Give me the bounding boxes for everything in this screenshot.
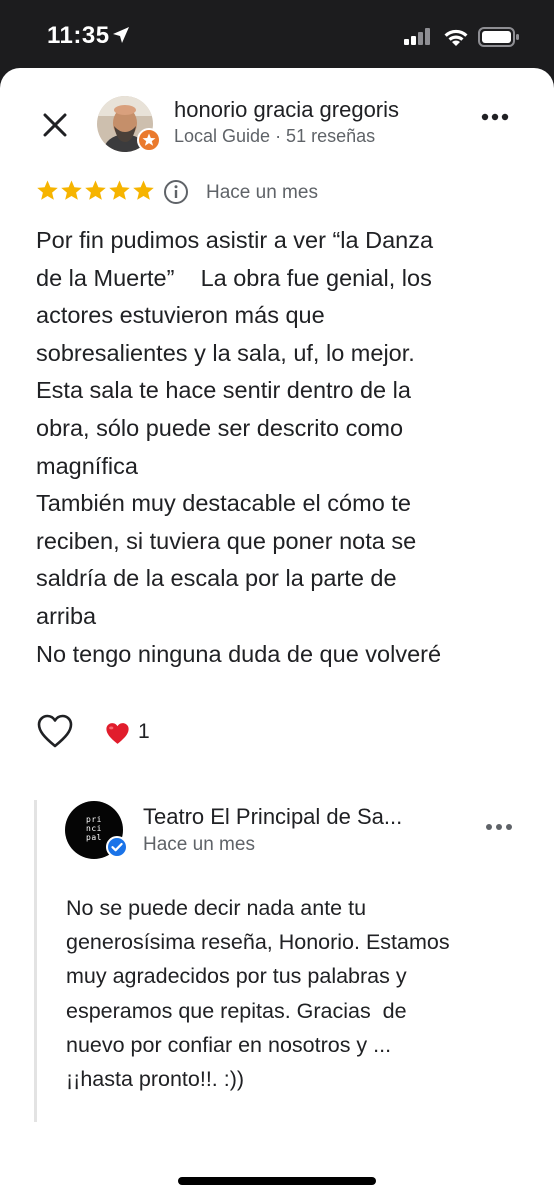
review-text: Por fin pudimos asistir a ver “la Danza … xyxy=(36,227,442,667)
star-icon xyxy=(133,180,154,200)
review-sheet: honorio gracia gregoris Local Guide · 51… xyxy=(0,68,554,1200)
reply-text: No se puede decir nada ante tu generosís… xyxy=(66,896,450,1092)
owner-name[interactable]: Teatro El Principal de Sa... xyxy=(143,804,402,830)
star-icon xyxy=(61,180,82,200)
review-date: Hace un mes xyxy=(206,182,318,203)
battery-icon xyxy=(478,27,519,47)
status-time: 11:35 xyxy=(47,22,110,49)
star-rating xyxy=(36,179,155,202)
reviewer-name[interactable]: honorio gracia gregoris xyxy=(174,97,399,123)
location-arrow-icon xyxy=(113,27,129,43)
more-horizontal-icon[interactable] xyxy=(484,822,514,832)
status-bar: 11:35 xyxy=(0,0,554,70)
more-horizontal-icon[interactable] xyxy=(480,112,510,122)
star-icon xyxy=(37,180,58,200)
info-icon[interactable] xyxy=(163,179,189,205)
heart-outline-icon[interactable] xyxy=(36,713,74,749)
star-icon xyxy=(109,180,130,200)
star-icon xyxy=(85,180,106,200)
close-icon[interactable] xyxy=(36,106,74,144)
reply-divider xyxy=(34,800,37,1122)
wifi-icon xyxy=(444,29,468,46)
local-guide-badge-icon xyxy=(137,128,161,152)
cellular-signal-icon xyxy=(404,28,430,45)
home-indicator xyxy=(178,1177,376,1185)
reviewer-meta: Local Guide · 51 reseñas xyxy=(174,126,376,146)
reply-date: Hace un mes xyxy=(143,834,255,855)
heart-filled-icon xyxy=(106,723,129,744)
verified-check-icon xyxy=(106,836,128,858)
reaction-count: 1 xyxy=(138,720,150,743)
